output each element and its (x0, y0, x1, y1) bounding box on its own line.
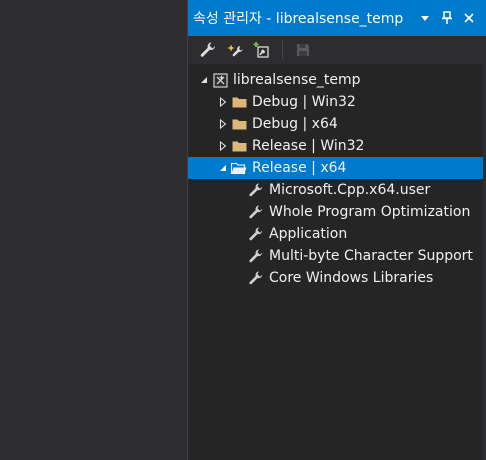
toolbar-separator (282, 41, 283, 59)
folder-icon (230, 93, 248, 111)
property-sheet-label: Microsoft.Cpp.x64.user (269, 182, 431, 198)
tree-config-row[interactable]: Debug | x64 (188, 113, 486, 135)
properties-icon[interactable] (196, 38, 220, 62)
collapsed-arrow-icon[interactable] (216, 113, 230, 135)
property-sheet-label: Core Windows Libraries (269, 270, 434, 286)
vc-project-icon (211, 71, 229, 89)
tree-property-sheet-row[interactable]: Microsoft.Cpp.x64.user (188, 179, 486, 201)
stage: 속성 관리자 - librealsense_temp librealsense_… (0, 0, 486, 460)
property-sheet-wrench-icon (247, 203, 265, 221)
property-sheet-wrench-icon (247, 247, 265, 265)
folder-icon (230, 137, 248, 155)
expanded-arrow-icon[interactable] (197, 69, 211, 91)
tree-property-sheet-row[interactable]: Core Windows Libraries (188, 267, 486, 289)
property-sheet-wrench-icon (247, 269, 265, 287)
dropdown-icon[interactable] (414, 7, 436, 29)
config-label: Release | x64 (252, 160, 347, 176)
tree-property-sheet-row[interactable]: Whole Program Optimization (188, 201, 486, 223)
panel-titlebar[interactable]: 속성 관리자 - librealsense_temp (188, 0, 486, 36)
property-sheet-label: Whole Program Optimization (269, 204, 471, 220)
tree-property-sheet-row[interactable]: Application (188, 223, 486, 245)
pin-icon[interactable] (436, 7, 458, 29)
panel-toolbar (188, 36, 486, 65)
open-folder-icon (230, 159, 248, 177)
config-label: Debug | x64 (252, 116, 338, 132)
project-label: librealsense_temp (233, 72, 361, 88)
property-tree: librealsense_temp Debug | Win32 Debug | … (188, 65, 486, 289)
tree-config-row-selected[interactable]: Release | x64 (188, 157, 486, 179)
add-new-property-sheet-icon[interactable] (223, 38, 247, 62)
tree-project-row[interactable]: librealsense_temp (188, 69, 486, 91)
close-icon[interactable] (458, 7, 480, 29)
property-sheet-label: Multi-byte Character Support (269, 248, 473, 264)
property-sheet-wrench-icon (247, 181, 265, 199)
property-manager-panel: 속성 관리자 - librealsense_temp librealsense_… (187, 0, 486, 460)
tree-config-row[interactable]: Release | Win32 (188, 135, 486, 157)
editor-area (0, 0, 187, 460)
tree-config-row[interactable]: Debug | Win32 (188, 91, 486, 113)
collapsed-arrow-icon[interactable] (216, 91, 230, 113)
save-icon[interactable] (291, 38, 315, 62)
panel-title: 속성 관리자 - librealsense_temp (193, 11, 404, 27)
config-label: Debug | Win32 (252, 94, 356, 110)
collapsed-arrow-icon[interactable] (216, 135, 230, 157)
expanded-arrow-icon[interactable] (216, 157, 230, 179)
property-sheet-label: Application (269, 226, 348, 242)
add-existing-property-sheet-icon[interactable] (250, 38, 274, 62)
property-sheet-wrench-icon (247, 225, 265, 243)
folder-icon (230, 115, 248, 133)
config-label: Release | Win32 (252, 138, 365, 154)
tree-property-sheet-row[interactable]: Multi-byte Character Support (188, 245, 486, 267)
